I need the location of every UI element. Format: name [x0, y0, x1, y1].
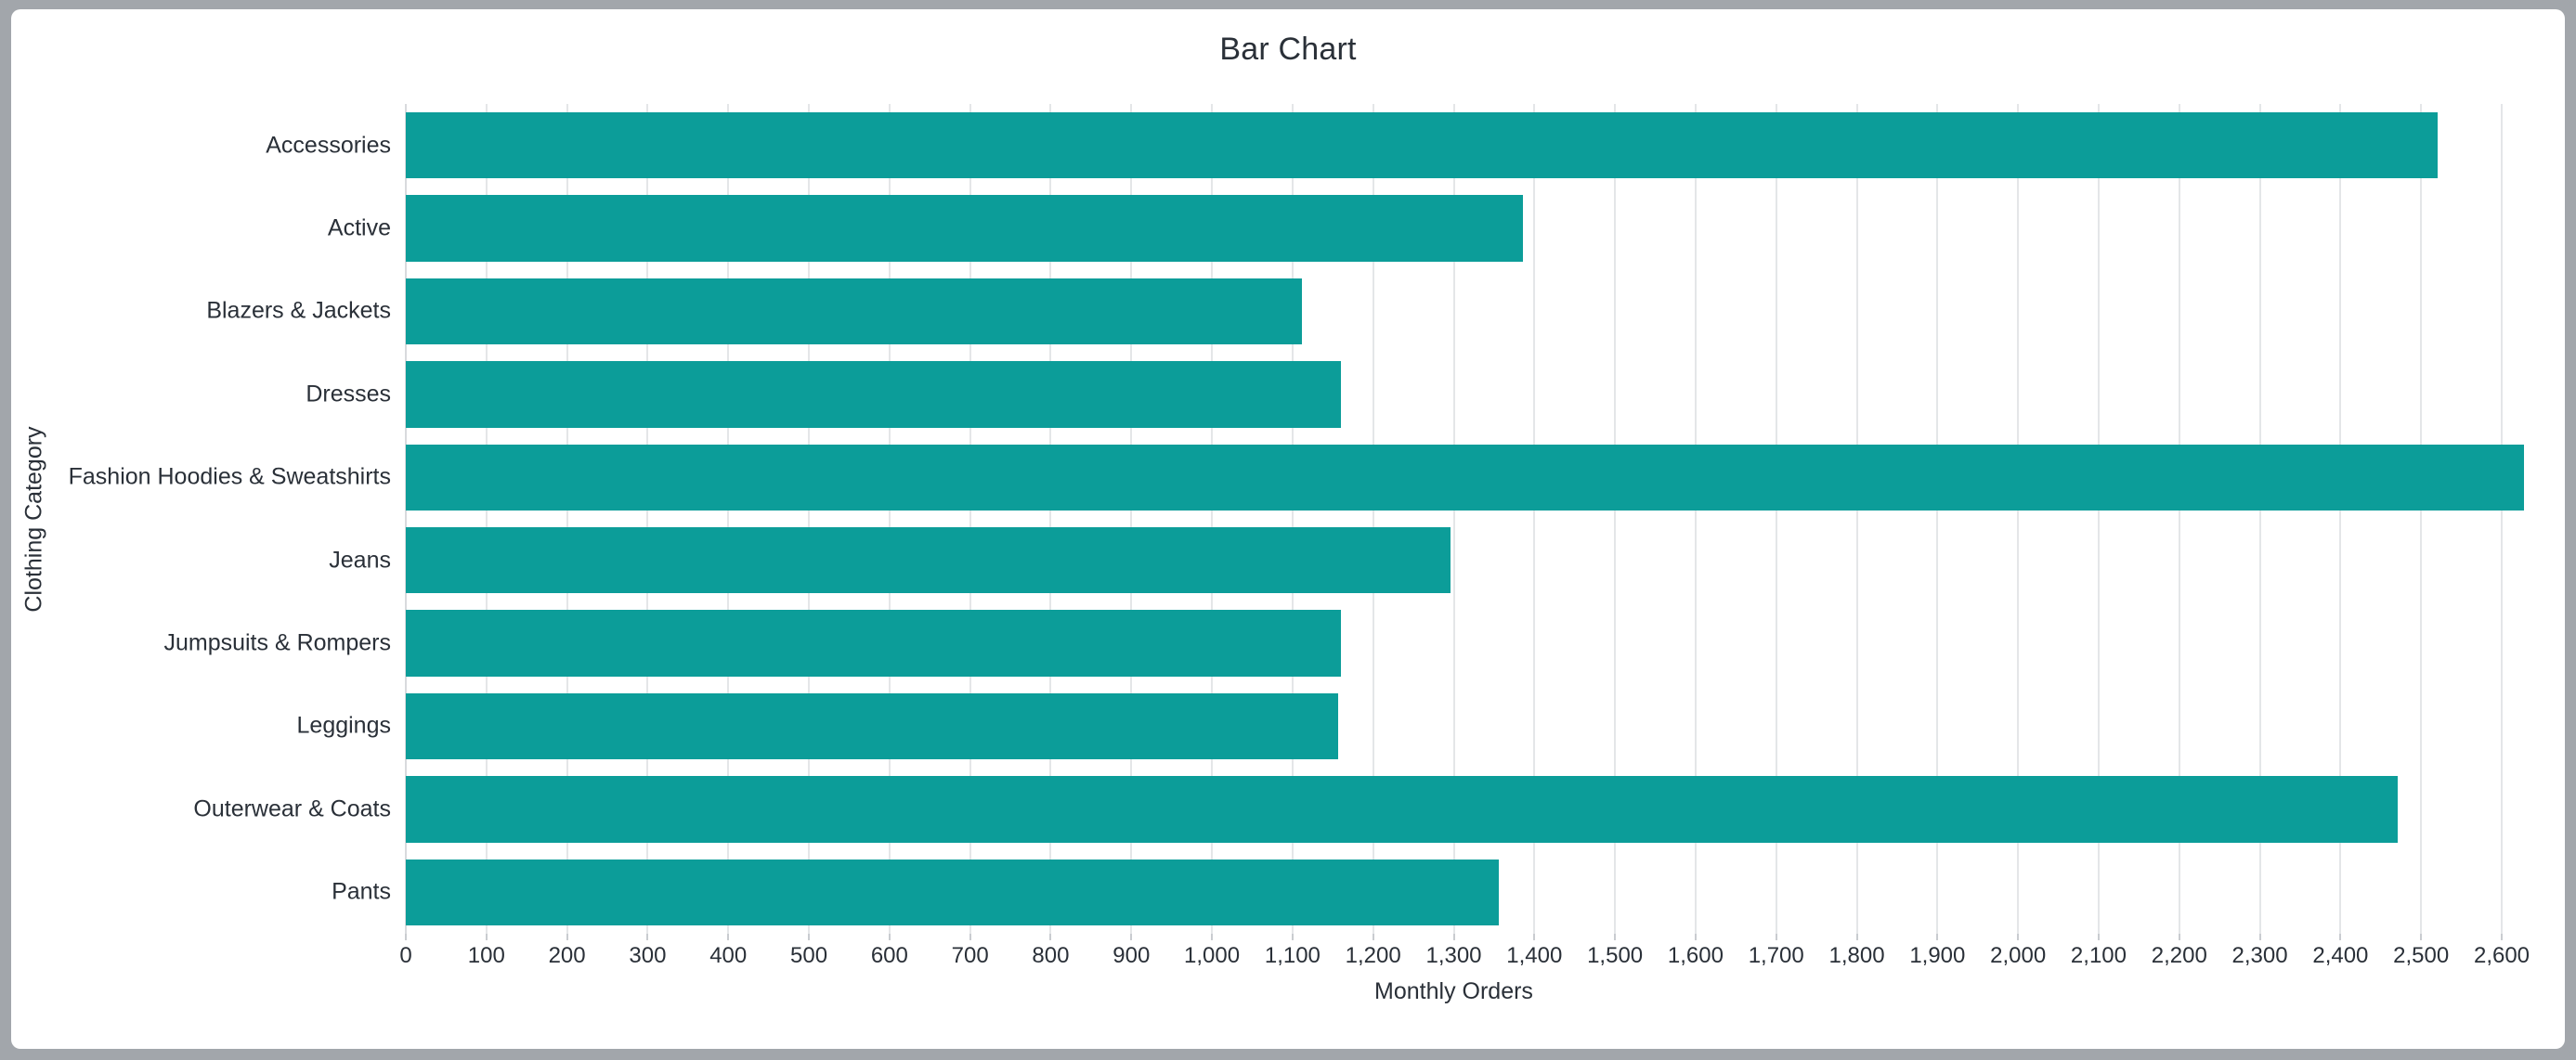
y-axis-title-label: Clothing Category: [20, 425, 47, 613]
x-axis-tick-label: 2,500: [2393, 943, 2450, 968]
x-axis-tick-label: 700: [951, 943, 989, 968]
x-axis-tick-label: 1,600: [1667, 943, 1724, 968]
x-axis-tick-mark: [2017, 934, 2020, 940]
y-axis-category-label: Jeans: [329, 547, 391, 574]
bar-row: Jeans: [329, 526, 2502, 594]
bar[interactable]: [406, 361, 1341, 428]
x-axis-tick-mark: [2501, 934, 2503, 940]
y-axis-category-label: Outerwear & Coats: [193, 795, 391, 822]
x-axis-tick-label: 1,200: [1345, 943, 1401, 968]
x-axis-tick-mark: [2339, 934, 2342, 940]
x-axis-tick-mark: [1533, 934, 1536, 940]
x-axis-tick-label: 500: [790, 943, 828, 968]
x-axis-tick-mark: [485, 934, 488, 940]
bar[interactable]: [406, 526, 1451, 594]
y-axis-title: Clothing Category: [19, 104, 50, 934]
x-axis-tick-mark: [1291, 934, 1294, 940]
x-axis-tick-mark: [2258, 934, 2261, 940]
x-axis-tick-mark: [1855, 934, 1858, 940]
bar-row: Pants: [332, 859, 2502, 926]
x-axis-tick-label: 400: [709, 943, 748, 968]
x-axis-tick-label: 800: [1032, 943, 1070, 968]
x-axis-tick-label: 1,800: [1828, 943, 1885, 968]
bar-row: Active: [328, 195, 2502, 262]
x-axis-tick-mark: [2097, 934, 2100, 940]
x-axis-tick-mark: [2178, 934, 2180, 940]
y-axis-category-label: Blazers & Jackets: [206, 297, 391, 324]
x-axis-tick-mark: [2420, 934, 2423, 940]
x-axis-tick-mark: [1452, 934, 1455, 940]
x-axis-tick-mark: [1694, 934, 1697, 940]
x-axis-tick-mark: [646, 934, 649, 940]
x-axis-tick-label: 1,100: [1264, 943, 1321, 968]
bar[interactable]: [406, 692, 1339, 760]
y-axis-category-label: Fashion Hoodies & Sweatshirts: [68, 463, 391, 490]
x-axis-tick-mark: [1775, 934, 1777, 940]
x-axis-tick-label: 1,000: [1184, 943, 1241, 968]
y-axis-category-label: Pants: [332, 878, 391, 905]
x-axis-tick-label: 1,300: [1425, 943, 1482, 968]
bar-row: Accessories: [266, 111, 2502, 179]
x-axis-tick-mark: [1614, 934, 1617, 940]
y-axis-category-label: Jumpsuits & Rompers: [163, 629, 391, 656]
plot-area: Accessories Active Blazers & Jackets Dresse…: [69, 104, 2530, 968]
x-axis-title: Monthly Orders: [1374, 978, 1533, 1004]
x-axis-tick-mark: [888, 934, 891, 940]
x-axis-tick-label: 100: [467, 943, 505, 968]
bar[interactable]: [406, 444, 2525, 511]
y-axis-category-label: Dresses: [306, 381, 391, 407]
x-axis-tick-mark: [1211, 934, 1214, 940]
bar[interactable]: [406, 195, 1524, 262]
x-axis-tick-mark: [1372, 934, 1374, 940]
x-axis-tick-mark: [808, 934, 811, 940]
chart-title: Bar Chart: [1219, 32, 1357, 67]
bar-row: Blazers & Jackets: [206, 278, 2502, 345]
x-axis-tick-label: 600: [870, 943, 908, 968]
chart-card: Bar Chart Clothing Category Accessories A…: [11, 9, 2565, 1049]
x-axis-tick-label: 2,300: [2231, 943, 2288, 968]
bar-row: Leggings: [297, 692, 2502, 760]
x-axis-tick-label: 200: [548, 943, 586, 968]
bar[interactable]: [406, 776, 2399, 843]
bar-row: Outerwear & Coats: [193, 776, 2502, 843]
y-axis-category-label: Leggings: [296, 712, 391, 739]
x-axis-tick-mark: [405, 934, 407, 940]
bar[interactable]: [406, 111, 2439, 179]
x-axis-tick-label: 2,100: [2070, 943, 2127, 968]
x-axis-tick-label: 2,600: [2473, 943, 2530, 968]
x-axis-tick-label: 2,200: [2151, 943, 2207, 968]
x-axis-tick-label: 1,700: [1748, 943, 1804, 968]
bar[interactable]: [406, 278, 1303, 345]
x-axis-tick-mark: [969, 934, 971, 940]
x-axis-tick-mark: [727, 934, 730, 940]
x-axis-tick-label: 300: [629, 943, 667, 968]
x-axis-tick-label: 0: [399, 943, 412, 968]
chart-window: Bar Chart Clothing Category Accessories A…: [0, 0, 2576, 1060]
x-axis-tick-label: 1,900: [1909, 943, 1966, 968]
x-axis-tick-label: 2,000: [1990, 943, 2047, 968]
bar-row: Jumpsuits & Rompers: [163, 610, 2502, 677]
bar-row: Fashion Hoodies & Sweatshirts: [69, 444, 2525, 511]
x-axis-tick-label: 1,400: [1506, 943, 1563, 968]
x-axis-tick-mark: [566, 934, 568, 940]
x-axis-tick-mark: [1936, 934, 1939, 940]
x-axis-tick-label: 2,400: [2312, 943, 2369, 968]
x-axis-tick-label: 900: [1112, 943, 1151, 968]
y-axis-category-label: Accessories: [266, 132, 391, 159]
x-axis-tick-mark: [1049, 934, 1052, 940]
y-axis-category-label: Active: [327, 214, 391, 241]
bar[interactable]: [406, 859, 1500, 926]
bar-row: Dresses: [306, 361, 2502, 428]
bar[interactable]: [406, 610, 1341, 677]
x-axis-tick-mark: [1130, 934, 1133, 940]
x-axis-tick-label: 1,500: [1587, 943, 1644, 968]
